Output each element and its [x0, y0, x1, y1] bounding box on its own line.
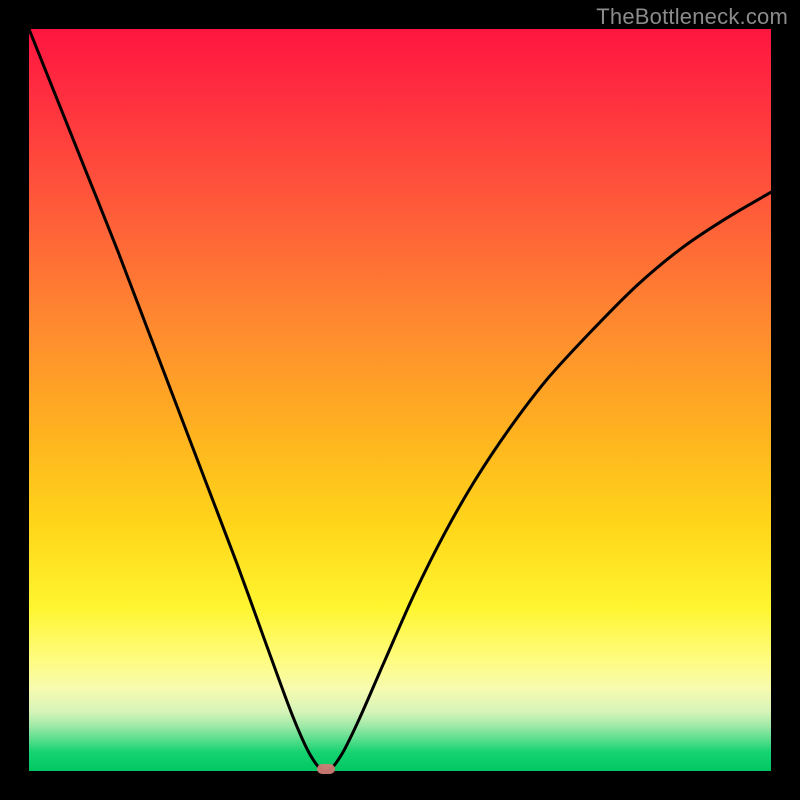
bottleneck-curve: [29, 29, 771, 771]
plot-area: [29, 29, 771, 771]
watermark-text: TheBottleneck.com: [596, 4, 788, 30]
minimum-marker: [317, 764, 335, 774]
chart-frame: TheBottleneck.com: [0, 0, 800, 800]
